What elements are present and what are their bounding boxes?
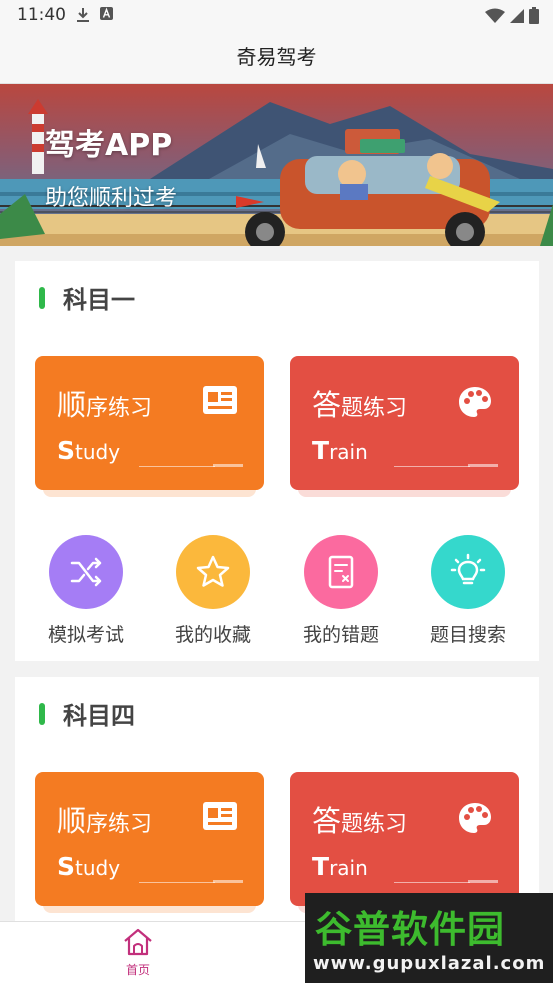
quick-action-circle bbox=[431, 535, 505, 609]
wifi-icon bbox=[485, 8, 505, 23]
banner-illustration bbox=[0, 84, 553, 246]
home-icon bbox=[124, 928, 152, 956]
banner-title: 驾考APP bbox=[45, 128, 173, 163]
section-marker bbox=[39, 703, 45, 725]
quick-action-label: 我的收藏 bbox=[174, 624, 251, 646]
quick-action-favorites[interactable]: 我的收藏 bbox=[163, 535, 263, 647]
lightbulb-icon bbox=[450, 553, 486, 585]
status-bar: 11:40 bbox=[0, 0, 553, 32]
palette-icon bbox=[459, 803, 491, 833]
card-title: 顺序练习 bbox=[57, 388, 153, 422]
card-title: 答题练习 bbox=[312, 388, 408, 422]
card-divider-accent bbox=[213, 880, 243, 883]
card-divider bbox=[139, 882, 215, 883]
section-title: 科目四 bbox=[63, 702, 135, 730]
card-divider-accent bbox=[468, 464, 498, 467]
answer-practice-card[interactable]: 答题练习 Train bbox=[290, 772, 519, 906]
card-divider bbox=[394, 882, 470, 883]
battery-icon bbox=[529, 7, 539, 24]
subject-four-section: 科目四 顺序练习 Study 答题练习 Train bbox=[15, 677, 539, 927]
status-system-icons bbox=[485, 7, 539, 24]
signal-icon bbox=[510, 8, 524, 23]
status-notification-icons bbox=[76, 7, 113, 23]
card-divider bbox=[394, 466, 470, 467]
card-divider bbox=[139, 466, 215, 467]
watermark-url: www.gupuxlazal.com bbox=[313, 953, 546, 974]
quick-action-label: 题目搜索 bbox=[429, 624, 506, 646]
page-title: 奇易驾考 bbox=[236, 45, 317, 69]
subject-one-section: 科目一 顺序练习 Study 答题练习 Train 模拟考试 我的收藏 我的错题 bbox=[15, 261, 539, 661]
card-title: 答题练习 bbox=[312, 804, 408, 838]
card-subtitle: Train bbox=[312, 852, 368, 881]
palette-icon bbox=[459, 387, 491, 417]
section-title: 科目一 bbox=[63, 286, 135, 314]
watermark: 谷普软件园 www.gupuxlazal.com bbox=[305, 893, 553, 983]
star-icon bbox=[196, 555, 230, 587]
quick-action-circle bbox=[304, 535, 378, 609]
font-a-icon bbox=[100, 7, 113, 20]
quick-action-label: 模拟考试 bbox=[47, 624, 124, 646]
quick-action-circle bbox=[49, 535, 123, 609]
answer-practice-card[interactable]: 答题练习 Train bbox=[290, 356, 519, 490]
card-divider-accent bbox=[213, 464, 243, 467]
card-title: 顺序练习 bbox=[57, 804, 153, 838]
banner-subtitle: 助您顺利过考 bbox=[45, 186, 178, 211]
news-card-icon bbox=[203, 802, 237, 830]
quick-action-mock-exam[interactable]: 模拟考试 bbox=[36, 535, 136, 647]
shuffle-icon bbox=[70, 557, 102, 587]
card-subtitle: Study bbox=[57, 852, 121, 881]
quick-action-search[interactable]: 题目搜索 bbox=[418, 535, 518, 647]
quick-action-wrong-questions[interactable]: 我的错题 bbox=[291, 535, 391, 647]
app-header: 奇易驾考 bbox=[0, 32, 553, 84]
sequential-practice-card[interactable]: 顺序练习 Study bbox=[35, 772, 264, 906]
banner[interactable]: 驾考APP 助您顺利过考 bbox=[0, 84, 553, 246]
nav-item-home[interactable]: 首页 bbox=[108, 928, 168, 978]
watermark-title: 谷普软件园 bbox=[315, 908, 505, 951]
card-subtitle: Study bbox=[57, 436, 121, 465]
sequential-practice-card[interactable]: 顺序练习 Study bbox=[35, 356, 264, 490]
quick-action-label: 我的错题 bbox=[302, 624, 379, 646]
section-marker bbox=[39, 287, 45, 309]
quick-action-circle bbox=[176, 535, 250, 609]
nav-item-label: 首页 bbox=[125, 963, 150, 977]
card-divider-accent bbox=[468, 880, 498, 883]
document-x-icon bbox=[328, 555, 354, 589]
news-card-icon bbox=[203, 386, 237, 414]
download-icon bbox=[77, 8, 89, 22]
status-time: 11:40 bbox=[17, 5, 66, 25]
card-subtitle: Train bbox=[312, 436, 368, 465]
